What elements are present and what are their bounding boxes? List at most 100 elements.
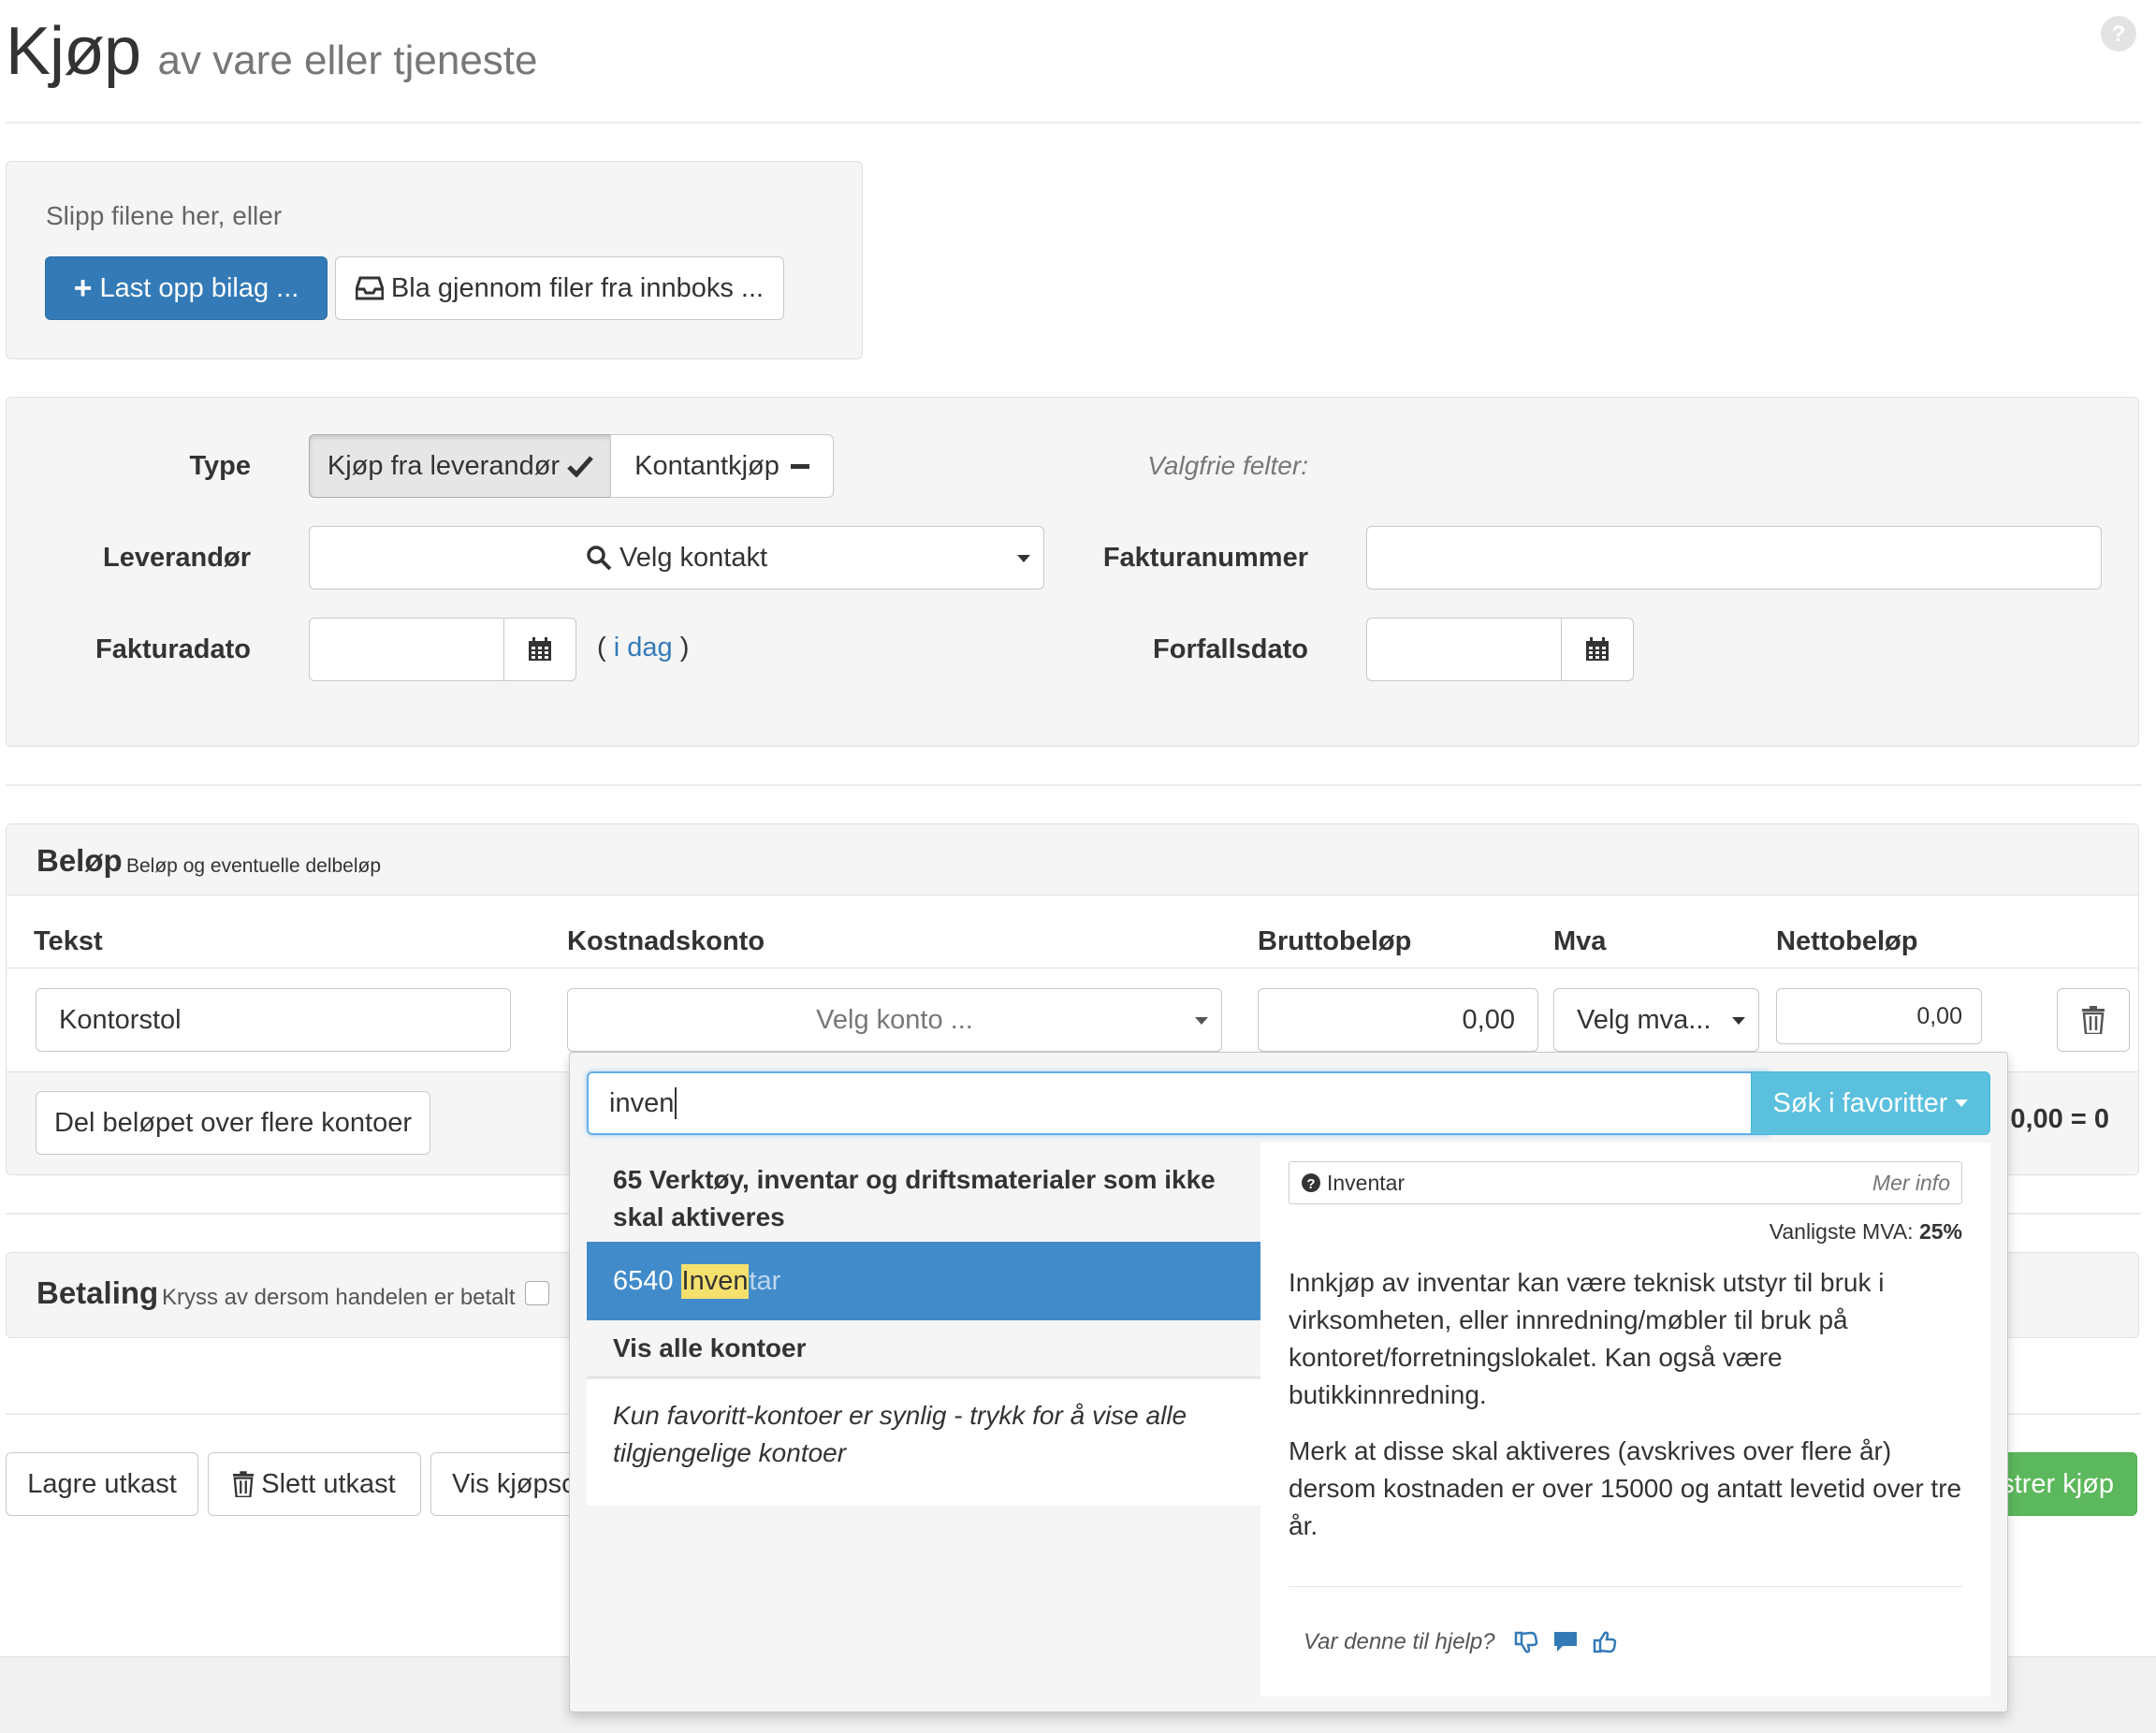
save-draft-button[interactable]: Lagre utkast [6, 1452, 198, 1516]
save-draft-label: Lagre utkast [27, 1468, 177, 1499]
split-amount-button[interactable]: Del beløpet over flere kontoer [36, 1091, 430, 1155]
line-text-input[interactable]: Kontorstol [36, 988, 511, 1052]
chevron-down-icon [1017, 555, 1030, 562]
delete-draft-button[interactable]: Slett utkast [208, 1452, 421, 1516]
feedback-divider [1289, 1586, 1962, 1587]
amount-subtitle: Beløp og eventuelle delbeløp [126, 855, 382, 877]
text-cursor [675, 1087, 677, 1119]
header-divider [6, 122, 2141, 124]
account-placeholder: Velg konto ... [816, 1004, 973, 1035]
more-info-link[interactable]: Mer info [1872, 1171, 1950, 1196]
result-rest: tar [749, 1265, 781, 1296]
browse-label: Bla gjennom filer fra innboks ... [390, 272, 765, 303]
supplier-select-content: Velg kontakt [310, 527, 1043, 589]
check-icon [567, 455, 593, 477]
show-purchase-label: Vis kjøpsc [452, 1468, 575, 1499]
calendar-icon [1585, 637, 1610, 662]
today-close-paren: ) [679, 633, 690, 663]
vat-placeholder: Velg mva... [1577, 1004, 1712, 1035]
column-header-gross: Bruttobeløp [1258, 926, 1412, 956]
today-link[interactable]: i dag [614, 633, 673, 663]
invoice-date-input[interactable] [309, 618, 505, 681]
result-match-highlight: Inven [680, 1263, 750, 1299]
show-all-accounts-item[interactable]: Vis alle kontoer [587, 1320, 1270, 1378]
column-header-account: Kostnadskonto [567, 926, 765, 956]
question-circle-icon: ? [1301, 1172, 1321, 1193]
search-favorites-label: Søk i favoritter [1772, 1087, 1948, 1118]
supplier-select[interactable]: Velg kontakt [309, 526, 1044, 590]
type-cash-button[interactable]: Kontantkjøp [610, 434, 834, 498]
svg-text:?: ? [2112, 22, 2126, 47]
thumbs-down-icon[interactable] [1514, 1631, 1538, 1653]
account-group-heading: 65 Verktøy, inventar og driftsmaterialer… [613, 1165, 1216, 1231]
account-results-list: 65 Verktøy, inventar og driftsmaterialer… [587, 1146, 1270, 1609]
total-summary: 0 = 0,00 [2010, 1104, 2109, 1134]
due-date-input[interactable] [1366, 618, 1563, 681]
thumbs-up-icon[interactable] [1593, 1631, 1617, 1653]
search-favorites-button[interactable]: Søk i favoritter [1751, 1071, 1990, 1135]
account-info-paragraph-2: Merk at disse skal aktiveres (avskrives … [1289, 1436, 1962, 1540]
vat-select[interactable]: Velg mva... [1553, 988, 1759, 1052]
result-account-number: 6540 [613, 1265, 674, 1296]
invoice-date-calendar-button[interactable] [503, 618, 576, 681]
split-amount-label: Del beløpet over flere kontoer [53, 1107, 413, 1138]
invoice-date-label: Fakturadato [95, 634, 251, 664]
page-subtitle: av vare eller tjeneste [157, 37, 538, 83]
account-dropdown: inven Søk i favoritter 65 Verktøy, inven… [569, 1052, 2008, 1712]
chevron-down-icon [1955, 1100, 1969, 1107]
gross-amount-value: 0,00 [1462, 1004, 1515, 1035]
account-select-content: Velg konto ... [568, 989, 1221, 1051]
upload-button[interactable]: + Last opp bilag ... [45, 256, 328, 320]
today-link-group: ( i dag ) [597, 633, 689, 663]
type-supplier-button[interactable]: Kjøp fra leverandør [309, 434, 612, 498]
delete-line-button[interactable] [2057, 988, 2130, 1052]
account-result-item[interactable]: 6540 Inven tar [587, 1242, 1270, 1320]
net-amount-value: 0,00 [1916, 1002, 1962, 1029]
page-header: Kjøp av vare eller tjeneste [6, 13, 1129, 89]
amount-panel-heading: Beløp Beløp og eventuelle delbeløp [7, 824, 2138, 896]
amount-title: Beløp [36, 843, 123, 878]
common-vat-label: Vanligste MVA: [1769, 1219, 1914, 1244]
account-search-input[interactable]: inven [587, 1071, 1770, 1135]
feedback-question: Var denne til hjelp? [1304, 1629, 1495, 1654]
today-open-paren: ( [597, 633, 606, 663]
delete-draft-label: Slett utkast [261, 1468, 396, 1499]
calendar-icon [528, 637, 552, 662]
favorites-note-text: Kun favoritt-kontoer er synlig - trykk f… [613, 1401, 1187, 1467]
common-vat-value: 25% [1918, 1219, 1962, 1244]
payment-title: Betaling [36, 1275, 159, 1310]
drop-text: Slipp filene her, eller [46, 201, 283, 230]
column-header-net: Nettobeløp [1776, 926, 1918, 956]
upload-label: Last opp bilag ... [99, 272, 299, 303]
type-label: Type [189, 451, 251, 481]
browse-inbox-button[interactable]: Bla gjennom filer fra innboks ... [335, 256, 784, 320]
gross-amount-input[interactable]: 0,00 [1258, 988, 1538, 1052]
svg-text:?: ? [1306, 1176, 1315, 1192]
payment-subtitle: Kryss av dersom handelen er betalt [162, 1285, 516, 1310]
type-supplier-label: Kjøp fra leverandør [327, 450, 561, 481]
column-header-vat: Mva [1553, 926, 1607, 956]
invoice-number-input[interactable] [1366, 526, 2102, 590]
favorites-note[interactable]: Kun favoritt-kontoer er synlig - trykk f… [587, 1380, 1270, 1506]
account-info-title: Inventar [1327, 1170, 1406, 1195]
line-text-value: Kontorstol [59, 1004, 182, 1035]
account-info-panel: ? Inventar Mer info Vanligste MVA: 25% I… [1260, 1143, 1990, 1697]
feedback-row: Var denne til hjelp? [1304, 1629, 1617, 1655]
net-amount-input[interactable]: 0,00 [1776, 988, 1982, 1044]
minus-icon [790, 463, 809, 469]
invoice-number-label: Fakturanummer [1102, 543, 1308, 573]
comment-icon[interactable] [1553, 1631, 1578, 1653]
section-divider [6, 784, 2141, 786]
optional-fields-label: Valgfrie felter: [1147, 451, 1308, 480]
question-circle-icon[interactable]: ? [2100, 15, 2137, 52]
paid-checkbox[interactable] [525, 1281, 549, 1305]
account-select[interactable]: Velg konto ... [567, 988, 1222, 1052]
account-search-value: inven [609, 1087, 675, 1118]
type-cash-label: Kontantkjøp [634, 450, 779, 481]
inbox-icon [355, 276, 384, 300]
supplier-placeholder: Velg kontakt [619, 542, 767, 573]
plus-icon: + [73, 270, 93, 306]
account-info-paragraph-1: Innkjøp av inventar kan være teknisk uts… [1289, 1268, 1885, 1409]
due-date-calendar-button[interactable] [1561, 618, 1634, 681]
register-purchase-label: strer kjøp [2001, 1468, 2114, 1499]
